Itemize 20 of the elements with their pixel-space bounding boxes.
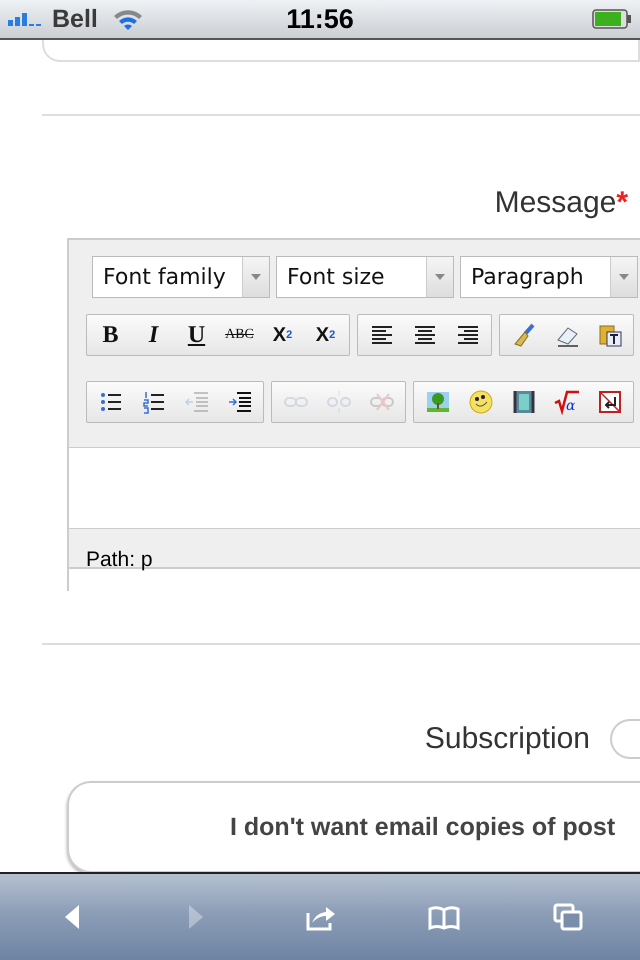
italic-button[interactable]: I bbox=[132, 317, 175, 353]
dropdown[interactable]: Paragraph bbox=[460, 256, 638, 298]
dropdown[interactable]: Font size bbox=[276, 256, 454, 298]
status-time: 11:56 bbox=[286, 4, 354, 35]
equation-button[interactable]: α bbox=[545, 384, 588, 420]
carrier-name: Bell bbox=[52, 4, 98, 34]
subscription-label: Subscription bbox=[424, 722, 590, 756]
strike-button[interactable]: ABC bbox=[218, 317, 261, 353]
required-mark: * bbox=[616, 186, 628, 219]
bold-button[interactable]: B bbox=[89, 317, 132, 353]
caret-icon bbox=[435, 274, 445, 280]
caret-icon bbox=[619, 274, 629, 280]
message-label: Message bbox=[494, 186, 616, 219]
alpha-glyph: α bbox=[566, 398, 575, 414]
underline-button[interactable]: U bbox=[175, 317, 218, 353]
caret-icon bbox=[251, 274, 261, 280]
battery-icon bbox=[592, 9, 632, 29]
dropdown[interactable]: Font family bbox=[92, 256, 270, 298]
script-button[interactable]: X$^{2}$ bbox=[304, 317, 347, 353]
element-path: Path: p bbox=[85, 548, 153, 572]
